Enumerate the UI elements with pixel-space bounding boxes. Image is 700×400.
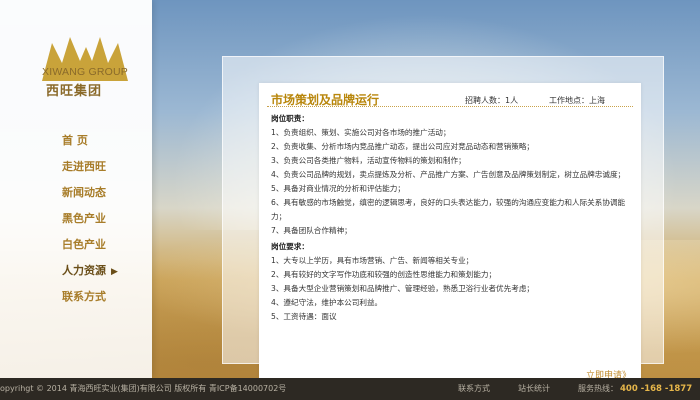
nav-item-home[interactable]: 首 页 — [62, 132, 142, 158]
list-item: 3、负责公司各类推广物料，活动宣传物料的策划和制作； — [271, 156, 466, 165]
sidebar: XIWANG GROUP 西旺集团 首 页 走进西旺 新闻动态 黑色产业 白色产… — [0, 0, 152, 378]
footer: opyrihgt © 2014 青海西旺实业(集团)有限公司 版权所有 青ICP… — [0, 378, 700, 400]
footer-stats-link[interactable]: 站长统计 — [518, 378, 550, 400]
duties-section: 岗位职责： 1、负责组织、策划、实施公司对各市场的推广活动； 2、负责收集、分析… — [271, 112, 633, 238]
list-item: 2、具有较好的文字写作功底和较强的创造性思维能力和策划能力； — [271, 270, 497, 279]
job-title: 市场策划及品牌运行 — [271, 93, 380, 107]
nav-item-hr[interactable]: 人力资源 ▶ — [62, 262, 142, 288]
job-header: 市场策划及品牌运行 招聘人数：1人 工作地点：上海 — [267, 89, 633, 107]
job-card: 市场策划及品牌运行 招聘人数：1人 工作地点：上海 岗位职责： 1、负责组织、策… — [259, 83, 641, 393]
list-item: 1、大专以上学历，具有市场营销、广告、新闻等相关专业； — [271, 256, 474, 265]
nav-item-about[interactable]: 走进西旺 — [62, 158, 142, 184]
main-nav: 首 页 走进西旺 新闻动态 黑色产业 白色产业 人力资源 ▶ 联系方式 — [62, 132, 142, 314]
duties-heading: 岗位职责： — [271, 114, 309, 123]
job-headcount: 招聘人数：1人 — [465, 96, 519, 105]
list-item: 5、具备对商业情况的分析和评估能力； — [271, 184, 405, 193]
nav-item-black-industry[interactable]: 黑色产业 — [62, 210, 142, 236]
nav-item-contact[interactable]: 联系方式 — [62, 288, 142, 314]
hotline-number: 400 -168 -1877 — [620, 384, 693, 394]
job-location: 工作地点：上海 — [549, 96, 605, 105]
list-item: 4、遵纪守法，维护本公司利益。 — [271, 298, 383, 307]
requirements-section: 岗位要求： 1、大专以上学历，具有市场营销、广告、新闻等相关专业； 2、具有较好… — [271, 240, 633, 324]
list-item: 6、具有敏感的市场触觉，缜密的逻辑思考，良好的口头表达能力，较强的沟通应变能力和… — [271, 198, 626, 221]
list-item: 5、工资待遇：面议 — [271, 312, 337, 321]
list-item: 2、负责收集、分析市场内竞品推广动态，提出公司应对竞品动态和营销策略； — [271, 142, 535, 151]
caret-right-icon: ▶ — [111, 267, 118, 277]
nav-item-white-industry[interactable]: 白色产业 — [62, 236, 142, 262]
brand-name-cn: 西旺集团 — [46, 84, 103, 99]
hotline-label: 服务热线： — [578, 384, 618, 393]
brand-name-en: XIWANG GROUP — [42, 66, 129, 78]
list-item: 3、具备大型企业营销策划和品牌推广、管理经验，熟悉卫浴行业者优先考虑； — [271, 284, 535, 293]
requirements-heading: 岗位要求： — [271, 242, 309, 251]
content-panel: 市场策划及品牌运行 招聘人数：1人 工作地点：上海 岗位职责： 1、负责组织、策… — [222, 56, 664, 393]
nav-item-news[interactable]: 新闻动态 — [62, 184, 142, 210]
copyright-text: opyrihgt © 2014 青海西旺实业(集团)有限公司 版权所有 青ICP… — [0, 384, 287, 393]
list-item: 1、负责组织、策划、实施公司对各市场的推广活动； — [271, 128, 451, 137]
footer-contact-link[interactable]: 联系方式 — [458, 378, 490, 400]
list-item: 4、负责公司品牌的规划，卖点提炼及分析、产品推广方案、广告创意及品牌策划制定，树… — [271, 170, 626, 179]
list-item: 7、具备团队合作精神； — [271, 226, 352, 235]
